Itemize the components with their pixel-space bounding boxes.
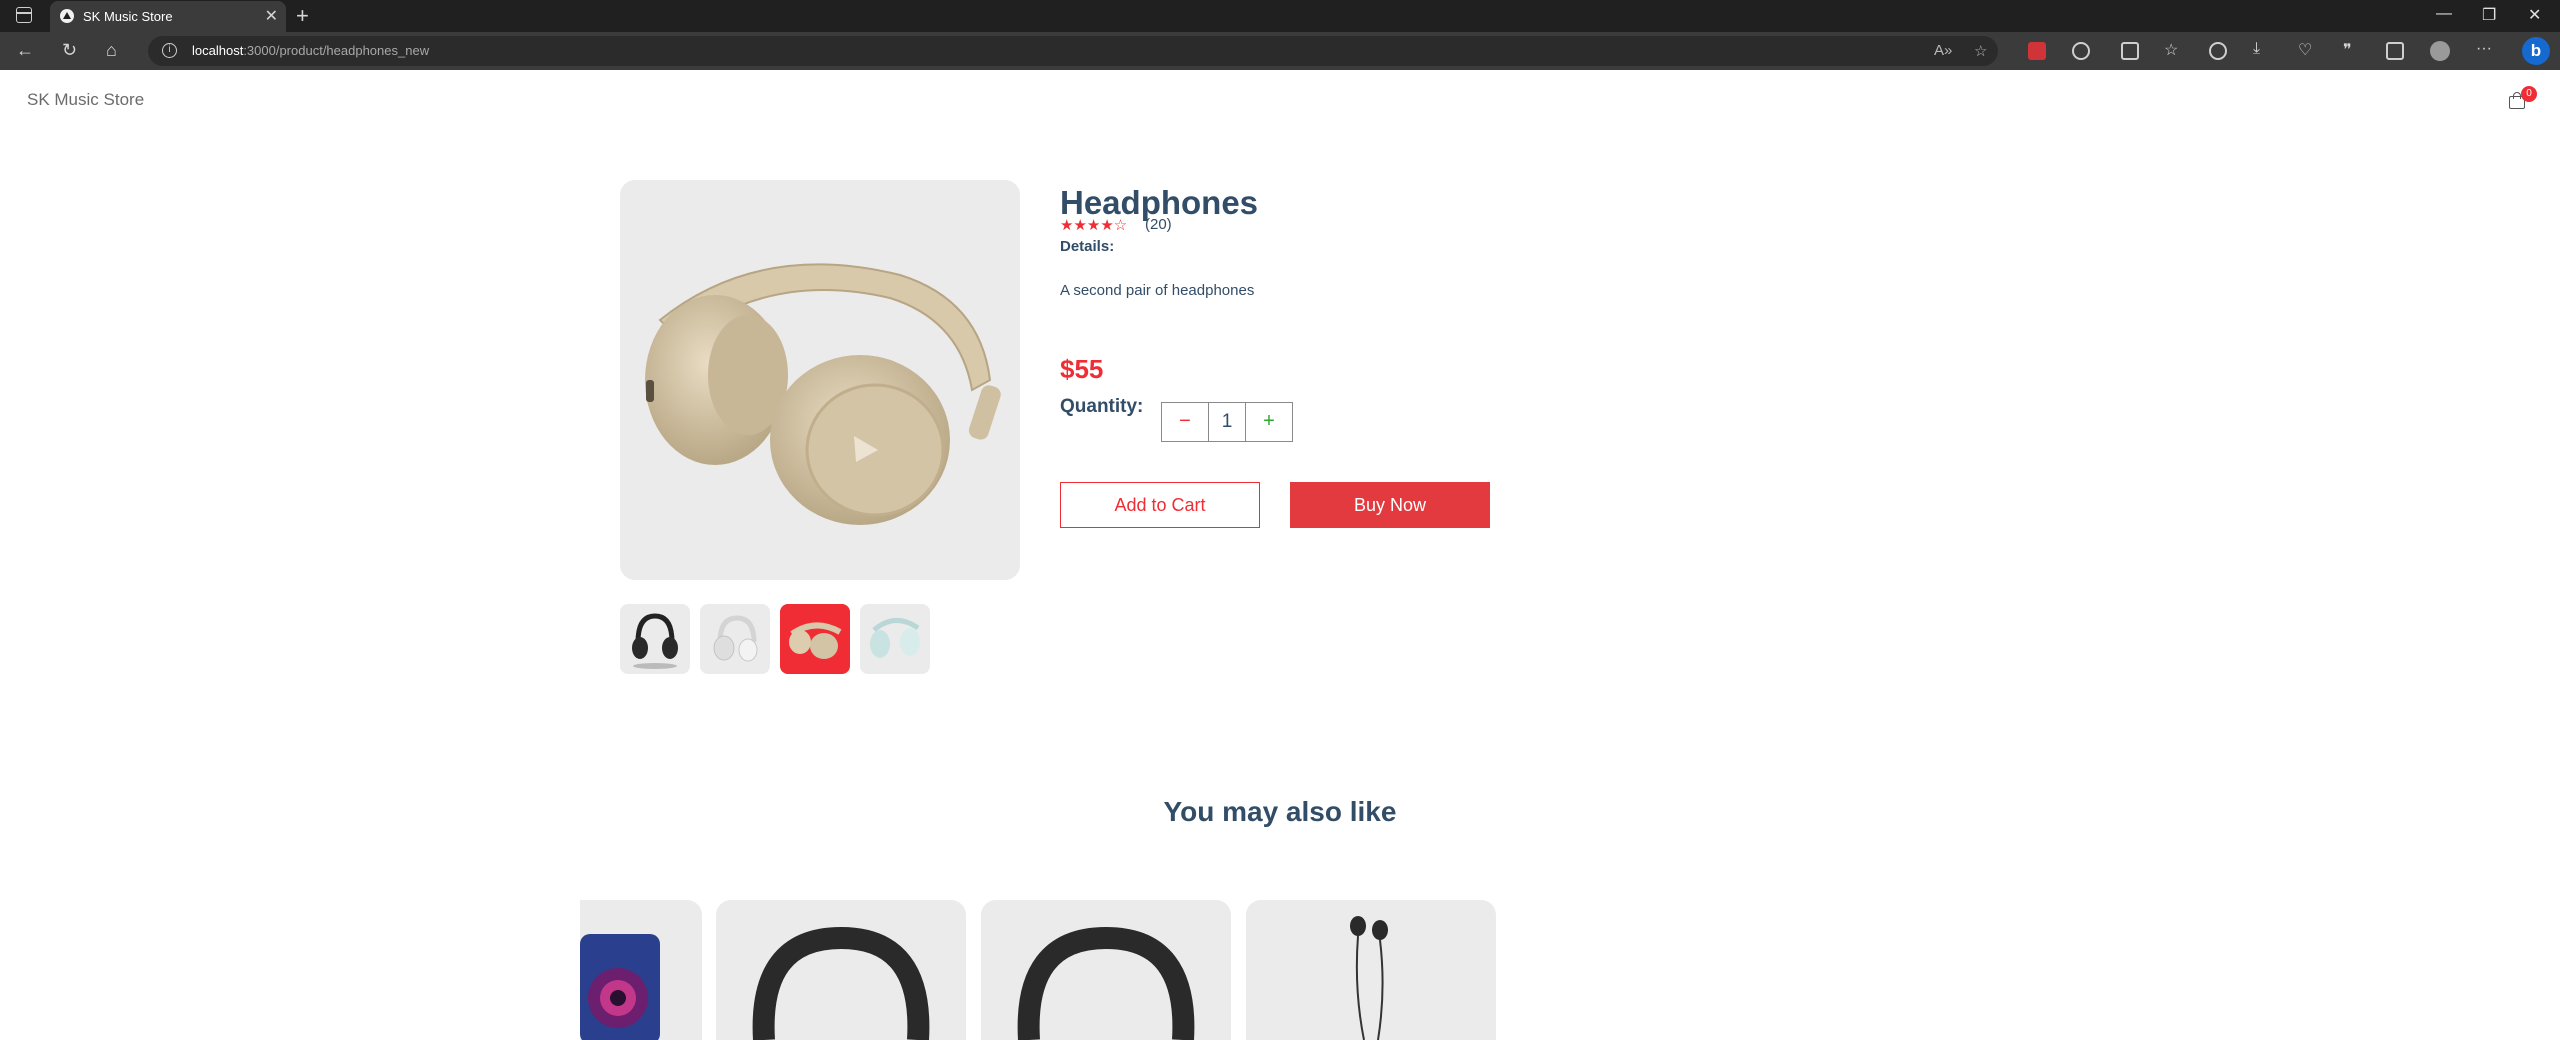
add-to-cart-button[interactable]: Add to Cart: [1060, 482, 1260, 528]
speaker-image: [580, 934, 660, 1040]
read-aloud-icon[interactable]: A»: [1934, 42, 1952, 59]
thumbnail-beige-selected[interactable]: [780, 604, 850, 674]
split-screen-icon[interactable]: [2121, 42, 2139, 60]
new-tab-icon[interactable]: +: [296, 3, 309, 29]
decrease-quantity-button[interactable]: −: [1162, 403, 1209, 441]
quote-icon[interactable]: ❞: [2343, 40, 2352, 60]
increase-quantity-button[interactable]: +: [1245, 403, 1292, 441]
store-logo[interactable]: SK Music Store: [27, 90, 144, 110]
browser-toolbar: ← ↻ ⌂ i localhost:3000/product/headphone…: [0, 32, 2560, 70]
address-bar[interactable]: i localhost:3000/product/headphones_new …: [148, 36, 1998, 66]
product-price: $55: [1060, 354, 1104, 384]
earphones-image: [1350, 916, 1388, 1040]
recommended-product-card[interactable]: [1246, 900, 1496, 1040]
recommendations-heading: You may also like: [1163, 796, 1397, 827]
quantity-label: Quantity:: [1060, 396, 1144, 417]
home-icon[interactable]: ⌂: [106, 40, 117, 61]
product-description: A second pair of headphones: [1060, 282, 1255, 299]
favorite-star-icon[interactable]: ☆: [1974, 42, 1987, 60]
cart-button[interactable]: 0: [2509, 86, 2537, 112]
tab-title: SK Music Store: [83, 9, 173, 24]
browser-essentials-icon[interactable]: [2386, 42, 2404, 60]
product-page: SK Music Store 0 Headphones ★★★★☆ (20) D…: [0, 70, 2560, 1040]
thumbnail-mint[interactable]: [860, 604, 930, 674]
refresh-icon[interactable]: ↻: [62, 40, 77, 61]
quantity-value: 1: [1221, 411, 1233, 432]
rating-stars: ★★★★☆: [1060, 217, 1128, 234]
tab-actions-icon[interactable]: [16, 7, 32, 23]
restore-icon[interactable]: ❐: [2482, 5, 2496, 25]
details-heading: Details:: [1060, 238, 1115, 255]
quantity-stepper: − 1 +: [1161, 402, 1293, 442]
headphones-image: [645, 263, 1001, 525]
history-icon[interactable]: [2209, 42, 2227, 60]
extension-sync-icon[interactable]: [2072, 42, 2090, 60]
performance-icon[interactable]: ♡: [2298, 40, 2312, 60]
browser-tab[interactable]: SK Music Store ✕: [50, 1, 286, 32]
close-window-icon[interactable]: ✕: [2528, 5, 2541, 25]
more-menu-icon[interactable]: ···: [2476, 40, 2492, 58]
downloads-icon[interactable]: ⤓: [2253, 40, 2260, 58]
headphones-image: [752, 926, 930, 1040]
favorites-icon[interactable]: ☆: [2164, 40, 2178, 60]
thumbnail-white[interactable]: [700, 604, 770, 674]
url-text: localhost:3000/product/headphones_new: [192, 43, 430, 58]
close-tab-icon[interactable]: ✕: [265, 6, 278, 26]
favicon-icon: [60, 9, 74, 23]
back-icon[interactable]: ←: [16, 40, 34, 61]
review-count: (20): [1145, 216, 1172, 233]
cart-count-badge: 0: [2521, 86, 2537, 102]
recommended-product-card[interactable]: [716, 900, 966, 1040]
minimize-icon[interactable]: —: [2436, 5, 2452, 23]
copilot-icon[interactable]: b: [2522, 37, 2550, 65]
profile-avatar-icon[interactable]: [2430, 41, 2450, 61]
headphones-image: [1017, 926, 1195, 1040]
recommended-product-card[interactable]: [580, 900, 702, 1040]
thumbnail-black[interactable]: [620, 604, 690, 674]
site-info-icon[interactable]: i: [162, 43, 177, 58]
product-main-image: [620, 180, 1020, 580]
extension-icon[interactable]: [2028, 42, 2046, 60]
browser-tab-bar: SK Music Store ✕ + — ❐ ✕: [0, 0, 2560, 32]
recommended-product-card[interactable]: [981, 900, 1231, 1040]
buy-now-button[interactable]: Buy Now: [1290, 482, 1490, 528]
